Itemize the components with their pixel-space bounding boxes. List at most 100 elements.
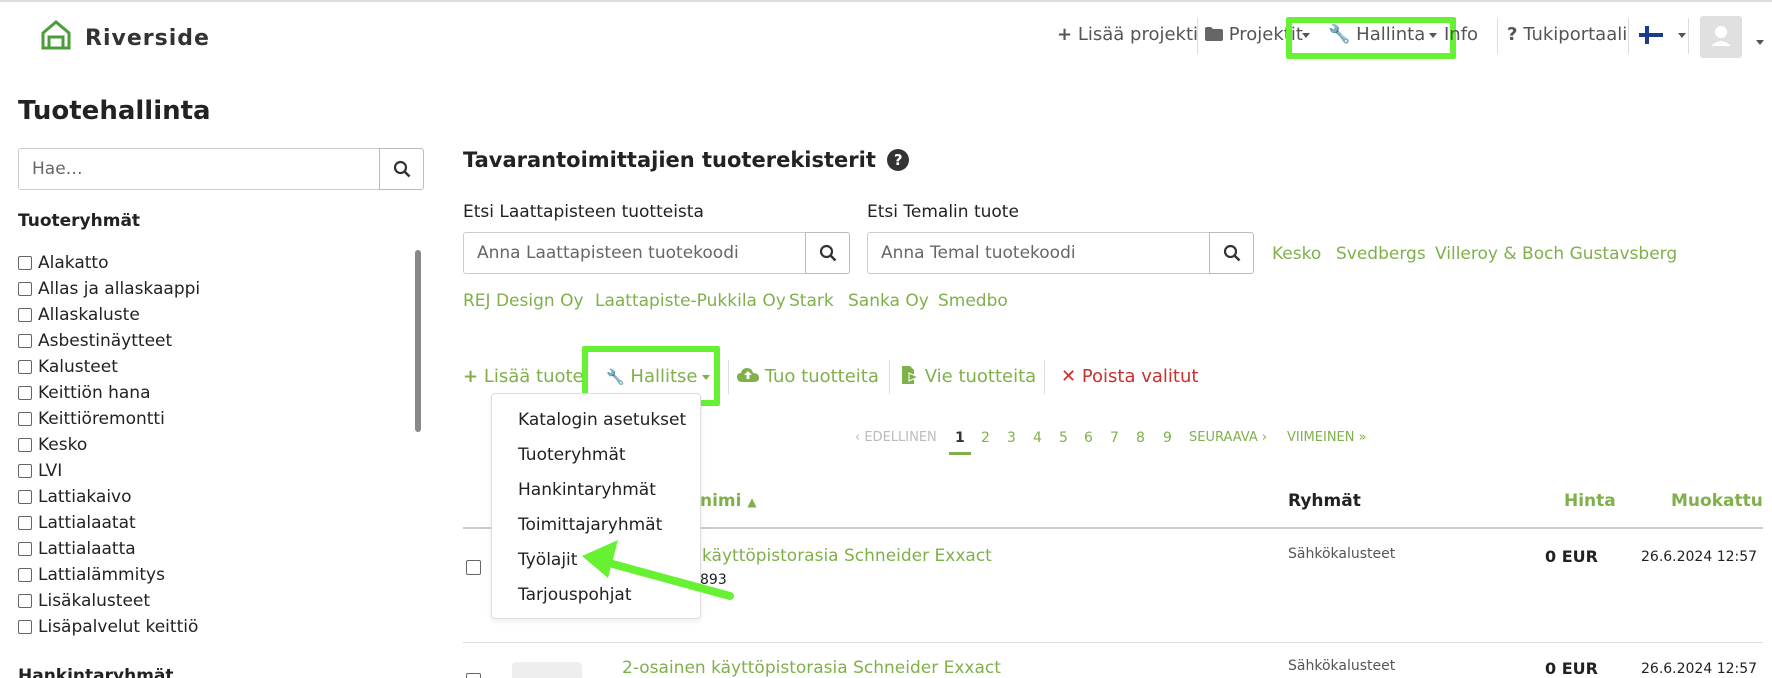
column-header-modified[interactable]: Muokattu <box>1671 491 1763 511</box>
supplier-link-svedbergs[interactable]: Svedbergs <box>1336 244 1426 264</box>
pagination-page[interactable]: 1 <box>955 430 965 446</box>
column-header-name[interactable]: nimi ▲ <box>700 491 757 511</box>
search2-input[interactable]: Anna Temal tuotekoodi <box>867 232 1210 274</box>
pagination-page[interactable]: 9 <box>1163 430 1172 446</box>
group-checkbox[interactable] <box>18 386 32 400</box>
export-products-button[interactable]: Vie tuotteita <box>901 366 1036 387</box>
supplier-link-rej-design[interactable]: REJ Design Oy <box>463 291 584 311</box>
plus-icon: + <box>463 366 479 387</box>
group-checkbox[interactable] <box>18 334 32 348</box>
supplier-link-stark[interactable]: Stark <box>789 291 834 311</box>
group-checkbox[interactable] <box>18 412 32 426</box>
group-label: Lisäpalvelut keittiö <box>38 617 199 637</box>
group-label: Asbestinäytteet <box>38 331 173 351</box>
group-checkbox[interactable] <box>18 464 32 478</box>
group-filter-item[interactable]: Allaskaluste <box>18 305 140 325</box>
menu-item-purchase-groups[interactable]: Hankintaryhmät <box>518 480 656 500</box>
search1-label: Etsi Laattapisteen tuotteista <box>463 202 704 222</box>
sidebar-search-button[interactable] <box>379 148 424 190</box>
group-filter-item[interactable]: LVI <box>18 461 62 481</box>
supplier-link-smedbo[interactable]: Smedbo <box>938 291 1008 311</box>
close-icon: ✕ <box>1061 366 1077 387</box>
pagination-page[interactable]: 5 <box>1059 430 1068 446</box>
group-filter-item[interactable]: Keittiön hana <box>18 383 151 403</box>
group-checkbox[interactable] <box>18 256 32 270</box>
group-filter-item[interactable]: Lattialämmitys <box>18 565 165 585</box>
group-filter-item[interactable]: Lisäpalvelut keittiö <box>18 617 198 637</box>
folder-icon <box>1205 27 1223 41</box>
pagination-prev[interactable]: ‹ EDELLINEN <box>855 430 937 445</box>
pagination-page[interactable]: 4 <box>1033 430 1042 446</box>
menu-item-catalog-settings[interactable]: Katalogin asetukset <box>518 410 686 430</box>
sidebar-scrollbar[interactable] <box>415 250 421 432</box>
column-header-name-label: nimi <box>700 491 742 511</box>
group-filter-item[interactable]: Kesko <box>18 435 87 455</box>
pagination-next[interactable]: SEURAAVA › <box>1189 430 1267 445</box>
group-checkbox[interactable] <box>18 516 32 530</box>
pagination-next-label: SEURAAVA <box>1189 430 1258 445</box>
product-name-link[interactable]: 2-osainen käyttöpistorasia Schneider Exx… <box>622 658 1001 678</box>
add-product-button[interactable]: + Lisää tuote <box>463 366 584 387</box>
group-checkbox[interactable] <box>18 360 32 374</box>
user-icon <box>1711 26 1731 46</box>
supplier-link-kesko[interactable]: Kesko <box>1272 244 1321 264</box>
group-checkbox[interactable] <box>18 620 32 634</box>
pagination-page[interactable]: 7 <box>1110 430 1119 446</box>
supplier-link-sanka[interactable]: Sanka Oy <box>848 291 929 311</box>
group-filter-item[interactable]: Asbestinäytteet <box>18 331 172 351</box>
group-filter-item[interactable]: Lattialaatat <box>18 513 136 533</box>
search1-button[interactable] <box>805 232 850 274</box>
menu-item-work-types[interactable]: Työlajit <box>518 550 577 570</box>
language-selector[interactable] <box>1639 26 1687 48</box>
sidebar-search-input[interactable]: Hae… <box>18 148 380 190</box>
pagination-page[interactable]: 3 <box>1007 430 1016 446</box>
nav-info[interactable]: Info <box>1444 24 1478 45</box>
help-icon[interactable]: ? <box>887 149 910 171</box>
group-filter-item[interactable]: Keittiöremontti <box>18 409 165 429</box>
brand-name: Riverside <box>85 26 210 51</box>
product-price: 0 EUR <box>1545 547 1598 566</box>
supplier-link-villeroy-boch[interactable]: Villeroy & Boch Gustavsberg <box>1435 244 1677 264</box>
group-label: Allas ja allaskaappi <box>38 279 201 299</box>
group-checkbox[interactable] <box>18 490 32 504</box>
group-filter-item[interactable]: Lattiakaivo <box>18 487 132 507</box>
nav-add-project[interactable]: + Lisää projekti <box>1057 24 1198 45</box>
nav-support[interactable]: ? Tukiportaali <box>1507 24 1627 45</box>
user-menu-caret[interactable] <box>1752 32 1764 51</box>
group-filter-item[interactable]: Lattialaatta <box>18 539 136 559</box>
delete-selected-button[interactable]: ✕ Poista valitut <box>1061 366 1198 387</box>
row-checkbox[interactable] <box>466 673 481 678</box>
pagination-page[interactable]: 8 <box>1136 430 1145 446</box>
group-checkbox[interactable] <box>18 308 32 322</box>
group-checkbox[interactable] <box>18 438 32 452</box>
group-label: Allaskaluste <box>38 305 140 325</box>
column-header-price[interactable]: Hinta <box>1564 491 1616 511</box>
menu-item-product-groups[interactable]: Tuoteryhmät <box>518 445 626 465</box>
table-row-divider <box>463 642 1763 643</box>
group-filter-item[interactable]: Kalusteet <box>18 357 118 377</box>
supplier-link-laattapiste[interactable]: Laattapiste-Pukkila Oy <box>595 291 786 311</box>
cloud-upload-icon <box>737 368 759 382</box>
row-checkbox[interactable] <box>466 560 481 575</box>
group-filter-item[interactable]: Alakatto <box>18 253 108 273</box>
purchase-groups-title: Hankintaryhmät <box>18 666 174 678</box>
nav-divider <box>1688 18 1689 54</box>
pagination-page[interactable]: 6 <box>1084 430 1093 446</box>
user-avatar[interactable] <box>1700 16 1742 58</box>
product-name-link[interactable]: käyttöpistorasia Schneider Exxact <box>702 546 992 566</box>
group-label: Kesko <box>38 435 88 455</box>
group-filter-item[interactable]: Allas ja allaskaappi <box>18 279 200 299</box>
group-filter-item[interactable]: Lisäkalusteet <box>18 591 150 611</box>
search1-input[interactable]: Anna Laattapisteen tuotekoodi <box>463 232 806 274</box>
group-checkbox[interactable] <box>18 568 32 582</box>
main-heading: Tavarantoimittajien tuoterekisterit ? <box>463 148 910 172</box>
search2-button[interactable] <box>1209 232 1254 274</box>
caret-down-icon <box>1756 40 1764 45</box>
pagination-last[interactable]: VIIMEINEN » <box>1287 430 1367 445</box>
import-products-button[interactable]: Tuo tuotteita <box>737 366 879 387</box>
nav-divider <box>1628 18 1629 54</box>
group-checkbox[interactable] <box>18 542 32 556</box>
group-checkbox[interactable] <box>18 282 32 296</box>
pagination-page[interactable]: 2 <box>981 430 990 446</box>
group-checkbox[interactable] <box>18 594 32 608</box>
